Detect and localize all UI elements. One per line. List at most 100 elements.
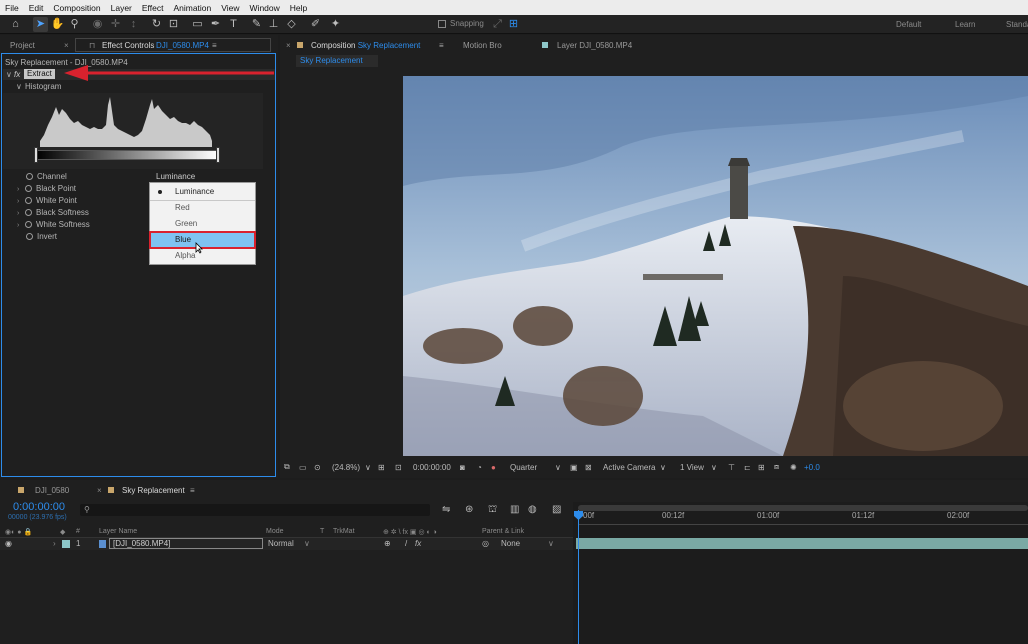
quality-switch-icon[interactable]: / — [405, 539, 407, 548]
disclosure-icon[interactable]: ∨ — [6, 70, 12, 79]
menu-help[interactable]: Help — [285, 3, 312, 13]
always-preview-icon[interactable]: ⧉ — [284, 462, 290, 472]
snapshot-icon[interactable]: ◙ — [460, 463, 465, 472]
region-of-interest-icon[interactable]: ▣ — [570, 463, 578, 472]
draft-3d-icon[interactable]: ⊛ — [465, 504, 473, 515]
clone-stamp-icon[interactable]: ⊥ — [266, 17, 281, 32]
hand-tool-icon[interactable]: ✋ — [50, 17, 65, 32]
stopwatch-icon[interactable] — [25, 185, 32, 192]
viewer-timecode[interactable]: 0:00:00:00 — [413, 463, 451, 472]
snap-option-icon[interactable]: ⤢ — [490, 17, 505, 32]
stopwatch-icon[interactable] — [26, 233, 33, 240]
collapse-switch-icon[interactable]: ⊕ — [384, 539, 391, 548]
toggle-pixel-icon[interactable]: ⊤ — [728, 463, 735, 472]
color-channels-icon[interactable]: ● — [491, 463, 496, 472]
stopwatch-icon[interactable] — [26, 173, 33, 180]
monitor-icon[interactable]: ▭ — [299, 463, 307, 472]
dolly-tool-icon[interactable]: ↕ — [126, 17, 141, 32]
pick-whip-icon[interactable]: ◎ — [482, 539, 489, 548]
show-snapshot-icon[interactable]: ◔ — [477, 463, 482, 472]
orbit-tool-icon[interactable]: ◉ — [90, 17, 105, 32]
pen-tool-icon[interactable]: ✒ — [208, 17, 223, 32]
brush-tool-icon[interactable]: ✎ — [249, 17, 264, 32]
menu-composition[interactable]: Composition — [48, 3, 105, 13]
tab-effect-controls-file[interactable]: DJI_0580.MP4 — [156, 41, 209, 50]
label-color-icon[interactable] — [62, 540, 70, 548]
snap-edges-icon[interactable]: ⊞ — [506, 17, 521, 32]
flowchart-icon[interactable]: ⧈ — [774, 462, 779, 472]
extract-gradient-bar[interactable] — [36, 150, 218, 160]
composition-viewer-image[interactable] — [403, 76, 1028, 456]
reset-exposure-icon[interactable]: ✺ — [790, 463, 797, 472]
timeline-search-input[interactable] — [80, 504, 430, 516]
tab-motion-bro[interactable]: Motion Bro — [463, 41, 502, 50]
roto-brush-icon[interactable]: ✐ — [308, 17, 323, 32]
tab-project[interactable]: Project — [10, 41, 35, 50]
anchor-tool-icon[interactable]: ⊡ — [166, 17, 181, 32]
menu-effect[interactable]: Effect — [137, 3, 169, 13]
puppet-pin-icon[interactable]: ✦ — [328, 17, 343, 32]
views-value[interactable]: 1 View — [680, 463, 704, 472]
current-time-indicator[interactable] — [578, 510, 579, 644]
zoom-tool-icon[interactable]: ⚲ — [67, 17, 82, 32]
layer-mode-select[interactable]: Normal — [268, 539, 294, 548]
motion-blur-icon[interactable]: ◍ — [528, 504, 537, 515]
composition-breadcrumb[interactable]: Sky Replacement — [296, 55, 378, 67]
grid-icon[interactable]: ⊞ — [378, 463, 385, 472]
layer-name-field[interactable]: [DJI_0580.MP4] — [109, 538, 263, 549]
menu-view[interactable]: View — [216, 3, 244, 13]
menu-edit[interactable]: Edit — [24, 3, 49, 13]
eye-icon[interactable]: ◉ — [5, 539, 12, 548]
timeline-icon[interactable]: ⊞ — [758, 463, 765, 472]
workspace-standard[interactable]: Standard — [1006, 20, 1028, 29]
vr-icon[interactable]: ⊙ — [314, 463, 321, 472]
expand-icon[interactable]: › — [17, 186, 25, 193]
channel-option-green[interactable]: Green — [150, 216, 255, 232]
tab-effect-controls[interactable]: Effect Controls — [102, 41, 154, 50]
chevron-down-icon[interactable]: ∨ — [711, 463, 717, 472]
close-icon[interactable]: × — [64, 41, 69, 50]
expand-icon[interactable]: › — [17, 198, 25, 205]
workspace-learn[interactable]: Learn — [955, 20, 975, 29]
rotation-tool-icon[interactable]: ↻ — [149, 17, 164, 32]
close-icon[interactable]: × — [286, 41, 291, 50]
menu-layer[interactable]: Layer — [106, 3, 137, 13]
comp-mini-flowchart-icon[interactable]: ⇋ — [442, 504, 450, 515]
snapping-checkbox[interactable] — [438, 20, 446, 28]
white-point-handle[interactable] — [216, 147, 220, 163]
chevron-down-icon[interactable]: ∨ — [548, 539, 554, 548]
channel-option-red[interactable]: Red — [150, 200, 255, 216]
rectangle-tool-icon[interactable]: ▭ — [190, 17, 205, 32]
tab-timeline-dji[interactable]: DJI_0580 — [35, 486, 69, 495]
type-tool-icon[interactable]: T — [226, 17, 241, 32]
mask-icon[interactable]: ⊡ — [395, 463, 402, 472]
transparency-grid-icon[interactable]: ⊠ — [585, 463, 592, 472]
close-icon[interactable]: × — [97, 486, 102, 495]
tab-composition[interactable]: Composition Sky Replacement — [311, 41, 420, 50]
stopwatch-icon[interactable] — [25, 197, 32, 204]
selection-tool-icon[interactable]: ➤ — [33, 17, 48, 32]
frame-blending-icon[interactable]: ▥ — [510, 504, 519, 515]
home-icon[interactable]: ⌂ — [8, 17, 23, 32]
pan-tool-icon[interactable]: ✛ — [108, 17, 123, 32]
chevron-down-icon[interactable]: ∨ — [660, 463, 666, 472]
panel-menu-icon[interactable]: ≡ — [439, 41, 444, 50]
fx-switch-icon[interactable]: fx — [415, 539, 421, 548]
channel-option-luminance[interactable]: Luminance — [150, 184, 255, 200]
exposure-value[interactable]: +0.0 — [804, 463, 820, 472]
fx-toggle[interactable]: fx — [14, 70, 20, 79]
menu-file[interactable]: File — [0, 3, 24, 13]
layer-duration-bar[interactable] — [576, 538, 1028, 549]
expand-icon[interactable]: › — [17, 210, 25, 217]
fast-preview-icon[interactable]: ⊏ — [744, 463, 751, 472]
chevron-down-icon[interactable]: ∨ — [365, 463, 371, 472]
effect-name-extract[interactable]: Extract — [24, 69, 55, 79]
eraser-tool-icon[interactable]: ◇ — [284, 17, 299, 32]
expand-icon[interactable]: › — [53, 539, 56, 548]
histogram-disclosure-icon[interactable]: ∨ — [16, 82, 22, 91]
tab-layer[interactable]: Layer DJI_0580.MP4 — [557, 41, 632, 50]
channel-value[interactable]: Luminance — [156, 172, 195, 181]
panel-menu-icon[interactable]: ≡ — [212, 41, 217, 50]
black-point-handle[interactable] — [34, 147, 38, 163]
workspace-default[interactable]: Default — [896, 20, 921, 29]
